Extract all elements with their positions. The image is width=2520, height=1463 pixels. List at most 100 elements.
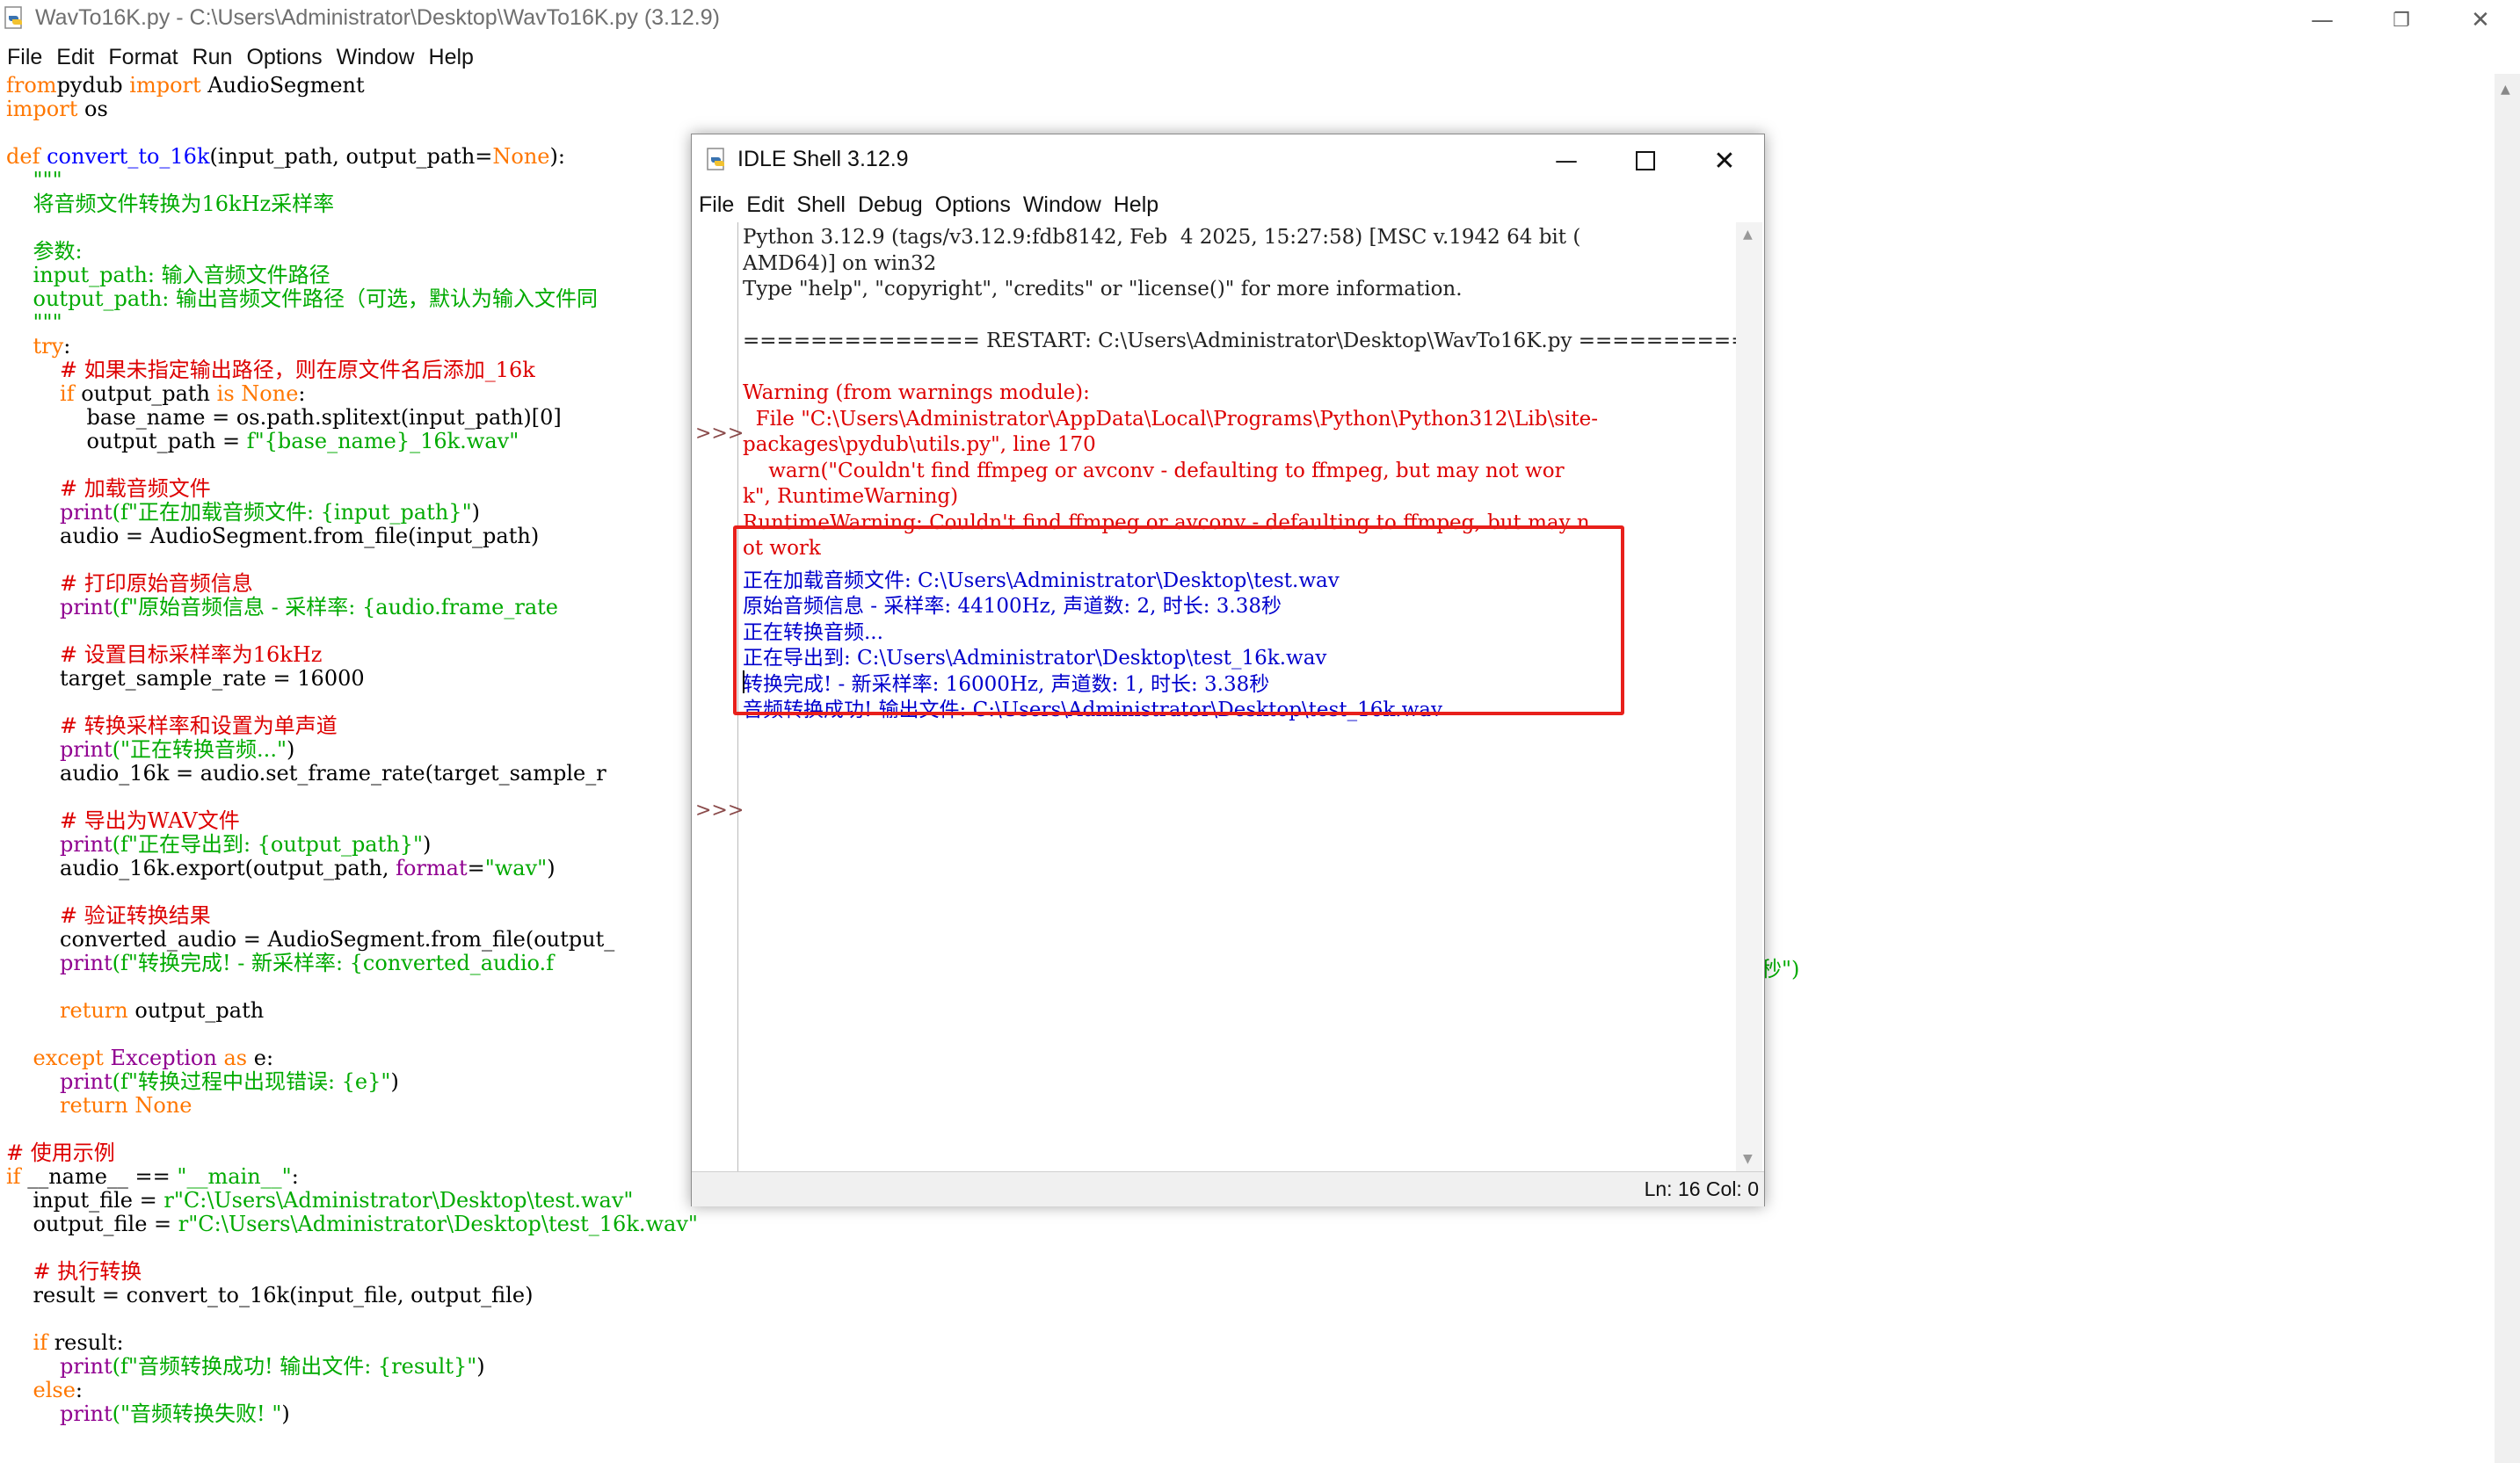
code-line[interactable] (6, 548, 698, 572)
code-line[interactable]: def convert_to_16k(input_path, output_pa… (6, 145, 698, 169)
code-line[interactable]: # 验证转换结果 (6, 904, 698, 928)
code-line[interactable]: try: (6, 335, 698, 359)
code-line[interactable]: target_sample_rate = 16000 (6, 667, 698, 691)
cursor-position: Ln: 16 Col: 0 (1644, 1177, 1759, 1200)
close-button[interactable]: ✕ (2441, 0, 2520, 40)
code-line[interactable]: if __name__ == "__main__": (6, 1165, 698, 1189)
code-line[interactable]: if result: (6, 1331, 698, 1355)
code-line[interactable] (6, 1118, 698, 1141)
menu-help[interactable]: Help (422, 45, 481, 70)
menu-edit[interactable]: Edit (49, 45, 101, 70)
restore-button[interactable]: ❐ (2362, 0, 2441, 40)
menu-options[interactable]: Options (239, 45, 329, 70)
code-line[interactable]: return None (6, 1094, 698, 1118)
code-line[interactable] (6, 1023, 698, 1047)
code-line[interactable]: """ (6, 169, 698, 192)
code-line[interactable] (6, 880, 698, 904)
code-line[interactable]: input_path: 输入音频文件路径 (6, 264, 698, 287)
close-icon: ✕ (2471, 7, 2490, 33)
code-token: except (33, 1046, 104, 1070)
code-line[interactable]: print(f"正在加载音频文件: {input_path}") (6, 501, 698, 525)
code-line[interactable]: converted_audio = AudioSegment.from_file… (6, 928, 698, 952)
code-line[interactable]: output_path = f"{base_name}_16k.wav" (6, 430, 698, 453)
code-line[interactable] (6, 691, 698, 714)
shell-menu-edit[interactable]: Edit (739, 192, 789, 218)
menu-format[interactable]: Format (101, 45, 185, 70)
shell-output-line: packages\pydub\utils.py", line 170 (743, 433, 1096, 456)
code-line[interactable] (6, 216, 698, 240)
code-line[interactable]: print(f"正在导出到: {output_path}") (6, 833, 698, 857)
code-line[interactable]: # 导出为WAV文件 (6, 809, 698, 833)
code-line[interactable]: audio_16k = audio.set_frame_rate(target_… (6, 762, 698, 786)
menu-window[interactable]: Window (330, 45, 422, 70)
code-line[interactable]: frompydub import AudioSegment (6, 74, 698, 98)
code-line[interactable] (6, 975, 698, 999)
scroll-down-icon: ▼ (1743, 1152, 1753, 1166)
code-token: None (241, 381, 299, 406)
code-line[interactable]: audio_16k.export(output_path, format="wa… (6, 857, 698, 880)
shell-menu-shell[interactable]: Shell (789, 192, 851, 218)
code-token: print (60, 1401, 113, 1426)
code-line[interactable]: 将音频文件转换为16kHz采样率 (6, 192, 698, 216)
code-line[interactable]: # 转换采样率和设置为单声道 (6, 714, 698, 738)
code-line[interactable]: output_path: 输出音频文件路径（可选，默认为输入文件同 (6, 287, 698, 311)
code-line[interactable]: # 执行转换 (6, 1260, 698, 1284)
code-token: print (60, 737, 113, 762)
code-line[interactable]: except Exception as e: (6, 1047, 698, 1070)
code-token: : (298, 381, 306, 406)
code-line[interactable]: print("正在转换音频...") (6, 738, 698, 762)
menu-run[interactable]: Run (185, 45, 240, 70)
code-token: ): (549, 144, 565, 169)
code-line[interactable]: print(f"音频转换成功! 输出文件: {result}") (6, 1355, 698, 1379)
shell-menu-debug[interactable]: Debug (851, 192, 928, 218)
code-line[interactable]: print("音频转换失败! ") (6, 1402, 698, 1426)
code-line[interactable]: base_name = os.path.splitext(input_path)… (6, 406, 698, 430)
shell-scrollbar[interactable]: ▲ ▼ (1736, 222, 1762, 1171)
code-line[interactable]: import os (6, 98, 698, 121)
code-line[interactable] (6, 1307, 698, 1331)
shell-menu-file[interactable]: File (692, 192, 739, 218)
code-line[interactable]: # 加载音频文件 (6, 477, 698, 501)
code-line[interactable]: # 打印原始音频信息 (6, 572, 698, 596)
editor-window-title: WavTo16K.py - C:\Users\Administrator\Des… (35, 5, 720, 30)
shell-maximize-button[interactable] (1606, 134, 1685, 187)
code-line[interactable]: 参数: (6, 240, 698, 264)
code-token: e: (247, 1046, 274, 1070)
code-line[interactable] (6, 786, 698, 809)
code-line[interactable]: # 如果未指定输出路径，则在原文件名后添加_16k (6, 359, 698, 382)
code-token: ) (476, 1354, 485, 1379)
code-line[interactable] (6, 1236, 698, 1260)
code-line[interactable] (6, 453, 698, 477)
code-line[interactable]: output_file = r"C:\Users\Administrator\D… (6, 1213, 698, 1236)
code-line[interactable]: input_file = r"C:\Users\Administrator\De… (6, 1189, 698, 1213)
code-line[interactable]: # 设置目标采样率为16kHz (6, 643, 698, 667)
code-line[interactable]: audio = AudioSegment.from_file(input_pat… (6, 525, 698, 548)
code-token: ) (281, 1401, 290, 1426)
code-line[interactable]: else: (6, 1379, 698, 1402)
shell-menu-help[interactable]: Help (1107, 192, 1164, 218)
shell-close-button[interactable]: ✕ (1685, 134, 1764, 187)
minimize-button[interactable]: — (2283, 0, 2362, 40)
shell-prompt-gutter: >>> >>> (692, 222, 744, 1171)
code-line[interactable]: """ (6, 311, 698, 335)
shell-minimize-button[interactable]: — (1527, 134, 1606, 187)
highlight-annotation-box (733, 525, 1624, 715)
code-line[interactable]: result = convert_to_16k(input_file, outp… (6, 1284, 698, 1307)
code-editor[interactable]: frompydub import AudioSegment import os de… (6, 74, 698, 1426)
code-line[interactable]: print(f"转换过程中出现错误: {e}") (6, 1070, 698, 1094)
shell-menu-window[interactable]: Window (1016, 192, 1107, 218)
menu-file[interactable]: File (0, 45, 49, 70)
shell-menu-options[interactable]: Options (928, 192, 1016, 218)
code-line[interactable]: return output_path (6, 999, 698, 1023)
code-line[interactable]: # 使用示例 (6, 1141, 698, 1165)
editor-scrollbar[interactable]: ▲ (2495, 74, 2520, 1463)
code-line[interactable]: if output_path is None: (6, 382, 698, 406)
code-line[interactable]: print(f"原始音频信息 - 采样率: {audio.frame_rate (6, 596, 698, 619)
code-line[interactable] (6, 619, 698, 643)
code-line[interactable]: print(f"转换完成! - 新采样率: {converted_audio.f (6, 952, 698, 975)
code-line[interactable] (6, 121, 698, 145)
